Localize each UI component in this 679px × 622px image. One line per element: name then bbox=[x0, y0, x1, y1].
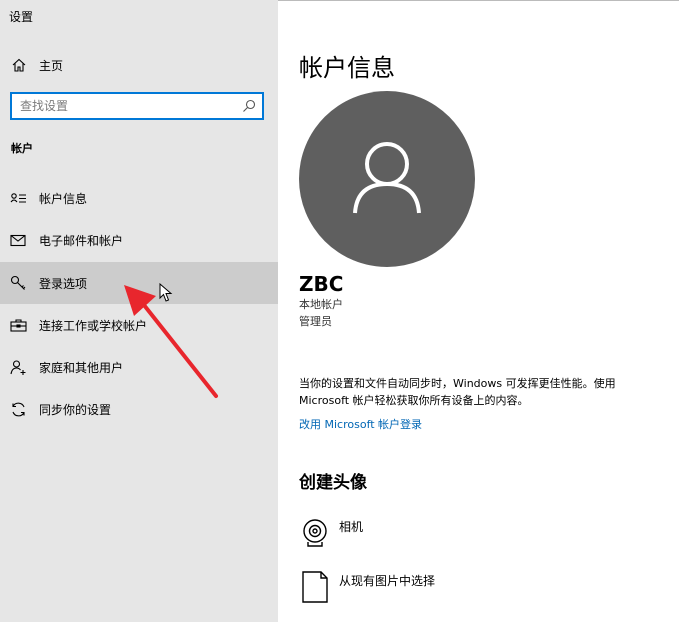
user-name: ZBC bbox=[299, 272, 344, 296]
sidebar-item-label: 连接工作或学校帐户 bbox=[39, 319, 148, 333]
person-silhouette-icon bbox=[353, 142, 421, 214]
key-icon bbox=[10, 275, 26, 290]
camera-label: 相机 bbox=[339, 520, 364, 534]
briefcase-icon bbox=[10, 319, 27, 332]
create-avatar-title: 创建头像 bbox=[299, 473, 367, 493]
sidebar-item-label: 电子邮件和帐户 bbox=[39, 234, 124, 248]
search-input[interactable] bbox=[20, 97, 230, 115]
user-role: 管理员 bbox=[299, 315, 332, 328]
account-type: 本地帐户 bbox=[299, 298, 343, 311]
sidebar-item-sync[interactable]: 同步你的设置 bbox=[0, 388, 278, 430]
search-icon[interactable] bbox=[242, 99, 256, 113]
ms-account-link[interactable]: 改用 Microsoft 帐户登录 bbox=[299, 416, 422, 432]
main-content: 帐户信息 ZBC 本地帐户 管理员 当你的设置和文件自动同步时，Windows … bbox=[278, 0, 679, 622]
sidebar-item-label: 家庭和其他用户 bbox=[39, 361, 124, 375]
sidebar-item-label: 同步你的设置 bbox=[39, 403, 112, 417]
search-box[interactable] bbox=[10, 92, 264, 120]
sync-icon bbox=[12, 402, 25, 417]
mail-icon bbox=[10, 234, 26, 247]
sidebar: 设置 主页 帐户 帐户信息 电子邮件和帐户 登录选项 连接工作 bbox=[0, 0, 278, 622]
sidebar-item-label: 帐户信息 bbox=[39, 192, 88, 206]
home-nav-item[interactable]: 主页 bbox=[0, 48, 278, 82]
app-title: 设置 bbox=[9, 10, 34, 24]
sidebar-item-email-accounts[interactable]: 电子邮件和帐户 bbox=[0, 219, 278, 261]
person-add-icon bbox=[10, 360, 26, 375]
webcam-icon bbox=[303, 519, 327, 547]
browse-picture-option[interactable]: 从现有图片中选择 bbox=[299, 568, 659, 608]
sidebar-item-label: 登录选项 bbox=[39, 277, 88, 291]
sync-description: 当你的设置和文件自动同步时，Windows 可发挥更佳性能。使用 Microso… bbox=[299, 377, 616, 407]
home-icon bbox=[12, 58, 26, 72]
page-title: 帐户信息 bbox=[299, 54, 395, 82]
home-label: 主页 bbox=[39, 59, 64, 73]
camera-option[interactable]: 相机 bbox=[299, 514, 659, 554]
section-title: 帐户 bbox=[11, 142, 33, 155]
sidebar-item-family[interactable]: 家庭和其他用户 bbox=[0, 346, 278, 388]
person-card-icon bbox=[10, 193, 26, 203]
sidebar-item-account-info[interactable]: 帐户信息 bbox=[0, 177, 278, 219]
sidebar-item-sign-in-options[interactable]: 登录选项 bbox=[0, 262, 278, 304]
sidebar-item-work-school[interactable]: 连接工作或学校帐户 bbox=[0, 304, 278, 346]
picture-file-icon bbox=[302, 571, 328, 603]
avatar bbox=[299, 91, 475, 267]
browse-picture-label: 从现有图片中选择 bbox=[339, 574, 436, 588]
